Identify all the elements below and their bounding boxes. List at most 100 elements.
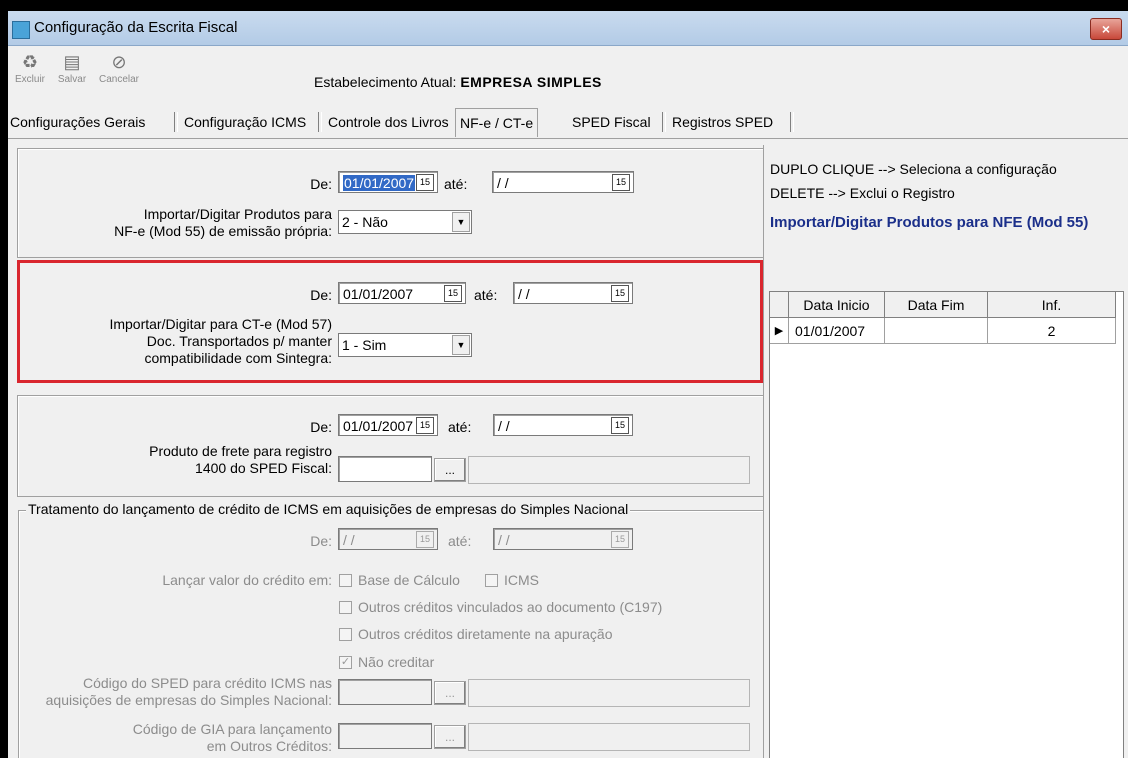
section2-ate-date[interactable]: / / 15 — [513, 282, 633, 304]
sped-codigo-description — [468, 679, 750, 707]
chevron-down-icon[interactable]: ▼ — [452, 335, 470, 355]
tab-bar: Configurações Gerais Configuração ICMS C… — [8, 108, 1128, 139]
outros-creditos-apuracao-checkbox[interactable] — [339, 628, 352, 641]
base-calculo-label: Base de Cálculo — [358, 572, 460, 588]
tab-nfe-cte[interactable]: NF-e / CT-e — [455, 108, 539, 137]
section-nfe — [17, 148, 765, 258]
section4-de-value: / / — [343, 532, 355, 548]
sped-codigo-lookup-button[interactable]: ... — [434, 681, 466, 705]
section4-de-date[interactable]: / / 15 — [338, 528, 438, 550]
gia-codigo-label-line2: em Outros Créditos: — [206, 738, 332, 754]
base-calculo-checkbox[interactable] — [339, 574, 352, 587]
window-title: Configuração da Escrita Fiscal — [34, 19, 238, 36]
chevron-down-icon[interactable]: ▼ — [452, 212, 470, 232]
gia-codigo-lookup-button[interactable]: ... — [434, 725, 466, 749]
calendar-icon[interactable]: 15 — [611, 531, 629, 548]
app-icon — [12, 21, 30, 39]
icms-checkbox[interactable] — [485, 574, 498, 587]
section2-ate-value: / / — [518, 286, 530, 302]
section3-ate-label: até: — [448, 419, 472, 435]
section4-ate-date[interactable]: / / 15 — [493, 528, 633, 550]
tab-configuracoes-gerais[interactable]: Configurações Gerais — [10, 114, 145, 130]
section1-ate-value: / / — [497, 175, 509, 191]
section1-ate-date[interactable]: / / 15 — [492, 171, 634, 193]
history-panel: DUPLO CLIQUE --> Seleciona a configuraçã… — [763, 145, 1128, 758]
estabelecimento-value: EMPRESA SIMPLES — [460, 74, 602, 90]
section1-de-date[interactable]: 01/01/2007 15 — [338, 171, 438, 193]
section2-label-line3: compatibilidade com Sintegra: — [144, 350, 332, 366]
excluir-label: Excluir — [14, 74, 45, 85]
nao-creditar-label: Não creditar — [358, 654, 435, 670]
cancel-icon: ⊘ — [111, 52, 127, 72]
calendar-icon[interactable]: 15 — [416, 174, 434, 191]
hint-double-click: DUPLO CLIQUE --> Seleciona a configuraçã… — [770, 161, 1057, 177]
estabelecimento-label: Estabelecimento Atual: — [314, 74, 457, 90]
grid-cell-data-fim[interactable] — [885, 318, 988, 344]
column-header-data-fim[interactable]: Data Fim — [885, 292, 988, 318]
tab-sped-fiscal[interactable]: SPED Fiscal — [572, 114, 651, 130]
cancelar-button[interactable]: ⊘ Cancelar — [96, 48, 142, 85]
toolbar: ♻ Excluir ▤ Salvar ⊘ Cancelar Estabeleci… — [8, 46, 1128, 104]
tab-separator — [790, 112, 794, 132]
lancar-credito-label: Lançar valor do crédito em: — [162, 572, 332, 588]
section2-combo[interactable]: 1 - Sim ▼ — [338, 333, 472, 357]
tab-controle-livros[interactable]: Controle dos Livros — [328, 114, 449, 130]
section3-de-value: 01/01/2007 — [343, 418, 414, 434]
calendar-icon[interactable]: 15 — [611, 285, 629, 302]
calendar-icon[interactable]: 15 — [611, 417, 629, 434]
section3-ate-value: / / — [498, 418, 510, 434]
section4-ate-value: / / — [498, 532, 510, 548]
section2-ate-label: até: — [474, 287, 498, 303]
grid-cell-inf[interactable]: 2 — [988, 318, 1116, 344]
history-grid[interactable]: Data Inicio Data Fim Inf. ▶ 01/01/2007 2 — [769, 291, 1124, 758]
section1-de-label: De: — [310, 176, 332, 192]
frete-lookup-button[interactable]: ... — [434, 458, 466, 482]
frete-produto-description — [468, 456, 750, 484]
main-window: Configuração da Escrita Fiscal × ♻ Exclu… — [8, 11, 1128, 758]
trash-icon: ♻ — [21, 52, 39, 72]
section2-label-line1: Importar/Digitar para CT-e (Mod 57) — [109, 316, 332, 332]
section2-de-date[interactable]: 01/01/2007 15 — [338, 282, 466, 304]
salvar-button[interactable]: ▤ Salvar — [52, 48, 92, 85]
calendar-icon[interactable]: 15 — [444, 285, 462, 302]
outros-creditos-apuracao-label: Outros créditos diretamente na apuração — [358, 626, 613, 642]
section4-caption: Tratamento do lançamento de crédito de I… — [26, 501, 631, 517]
section4-de-label: De: — [310, 533, 332, 549]
tab-configuracao-icms[interactable]: Configuração ICMS — [184, 114, 306, 130]
section2-de-label: De: — [310, 287, 332, 303]
section3-de-label: De: — [310, 419, 332, 435]
gia-codigo-input[interactable] — [338, 723, 432, 749]
history-title: Importar/Digitar Produtos para NFE (Mod … — [770, 214, 1089, 231]
outros-creditos-doc-label: Outros créditos vinculados ao documento … — [358, 599, 663, 615]
section1-combo[interactable]: 2 - Não ▼ — [338, 210, 472, 234]
grid-cell-data-inicio[interactable]: 01/01/2007 — [789, 318, 885, 344]
row-pointer-icon: ▶ — [770, 318, 789, 344]
save-icon: ▤ — [63, 52, 81, 72]
section2-de-value: 01/01/2007 — [343, 286, 414, 302]
close-button[interactable]: × — [1090, 18, 1122, 40]
sped-codigo-label-line1: Código do SPED para crédito ICMS nas — [82, 675, 332, 691]
nao-creditar-checkbox[interactable]: ✓ — [339, 656, 352, 669]
icms-label: ICMS — [504, 572, 539, 588]
grid-corner — [770, 292, 789, 318]
section1-ate-label: até: — [444, 176, 468, 192]
section1-label-line1: Importar/Digitar Produtos para — [143, 206, 332, 222]
sped-codigo-label-line2: aquisições de empresas do Simples Nacion… — [45, 692, 332, 708]
section3-label-line2: 1400 do SPED Fiscal: — [195, 460, 332, 476]
section3-de-date[interactable]: 01/01/2007 15 — [338, 414, 438, 436]
calendar-icon[interactable]: 15 — [612, 174, 630, 191]
section3-ate-date[interactable]: / / 15 — [493, 414, 633, 436]
section3-label-line1: Produto de frete para registro — [149, 443, 332, 459]
column-header-inf[interactable]: Inf. — [988, 292, 1116, 318]
calendar-icon[interactable]: 15 — [416, 417, 434, 434]
sped-codigo-input[interactable] — [338, 679, 432, 705]
gia-codigo-description — [468, 723, 750, 751]
section4-ate-label: até: — [448, 533, 472, 549]
outros-creditos-doc-checkbox[interactable] — [339, 601, 352, 614]
column-header-data-inicio[interactable]: Data Inicio — [789, 292, 885, 318]
excluir-button[interactable]: ♻ Excluir — [12, 48, 48, 85]
calendar-icon[interactable]: 15 — [416, 531, 434, 548]
frete-produto-input[interactable] — [338, 456, 432, 482]
tab-registros-sped[interactable]: Registros SPED — [672, 114, 773, 130]
estabelecimento-info: Estabelecimento Atual: EMPRESA SIMPLES — [314, 74, 602, 90]
